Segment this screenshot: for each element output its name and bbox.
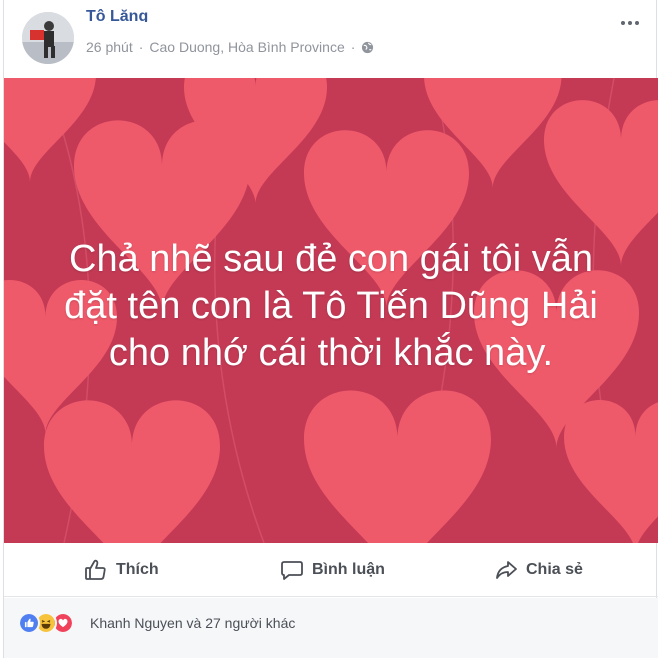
post-meta: 26 phút · Cao Duong, Hòa Bình Province · <box>86 39 374 55</box>
comment-label: Bình luận <box>312 561 385 578</box>
meta-separator: · <box>350 39 356 55</box>
post-caption: Chả nhẽ sau đẻ con gái tôi vẫn đặt tên c… <box>4 78 658 543</box>
post-card: Tô Lăng 26 phút · Cao Duong, Hòa Bình Pr… <box>3 0 658 658</box>
post-location[interactable]: Cao Duong, Hòa Bình Province <box>149 39 344 55</box>
like-button[interactable]: Thích <box>84 543 159 597</box>
reaction-summary[interactable]: Khanh Nguyen và 27 người khác <box>90 615 295 631</box>
action-bar: Thích Bình luận Chia sẻ <box>4 543 658 597</box>
avatar[interactable] <box>22 12 74 64</box>
globe-icon[interactable] <box>361 41 374 54</box>
post-header: Tô Lăng 26 phút · Cao Duong, Hòa Bình Pr… <box>4 0 658 78</box>
reactions-bar: Khanh Nguyen và 27 người khác <box>4 598 658 658</box>
comment-icon <box>281 561 303 580</box>
post-time[interactable]: 26 phút <box>86 39 133 55</box>
thumbs-up-icon <box>85 559 106 580</box>
share-icon <box>496 561 517 579</box>
like-reaction-icon <box>18 612 40 634</box>
caption-text: Chả nhẽ sau đẻ con gái tôi vẫn đặt tên c… <box>64 238 598 374</box>
share-label: Chia sẻ <box>526 561 583 578</box>
more-options-icon[interactable] <box>620 16 640 30</box>
post-image[interactable]: Chả nhẽ sau đẻ con gái tôi vẫn đặt tên c… <box>4 78 658 543</box>
share-button[interactable]: Chia sẻ <box>494 543 583 597</box>
author-name[interactable]: Tô Lăng <box>86 8 148 22</box>
reaction-icons[interactable] <box>18 612 88 634</box>
meta-separator: · <box>138 39 144 55</box>
comment-button[interactable]: Bình luận <box>280 543 385 597</box>
like-label: Thích <box>116 561 159 578</box>
